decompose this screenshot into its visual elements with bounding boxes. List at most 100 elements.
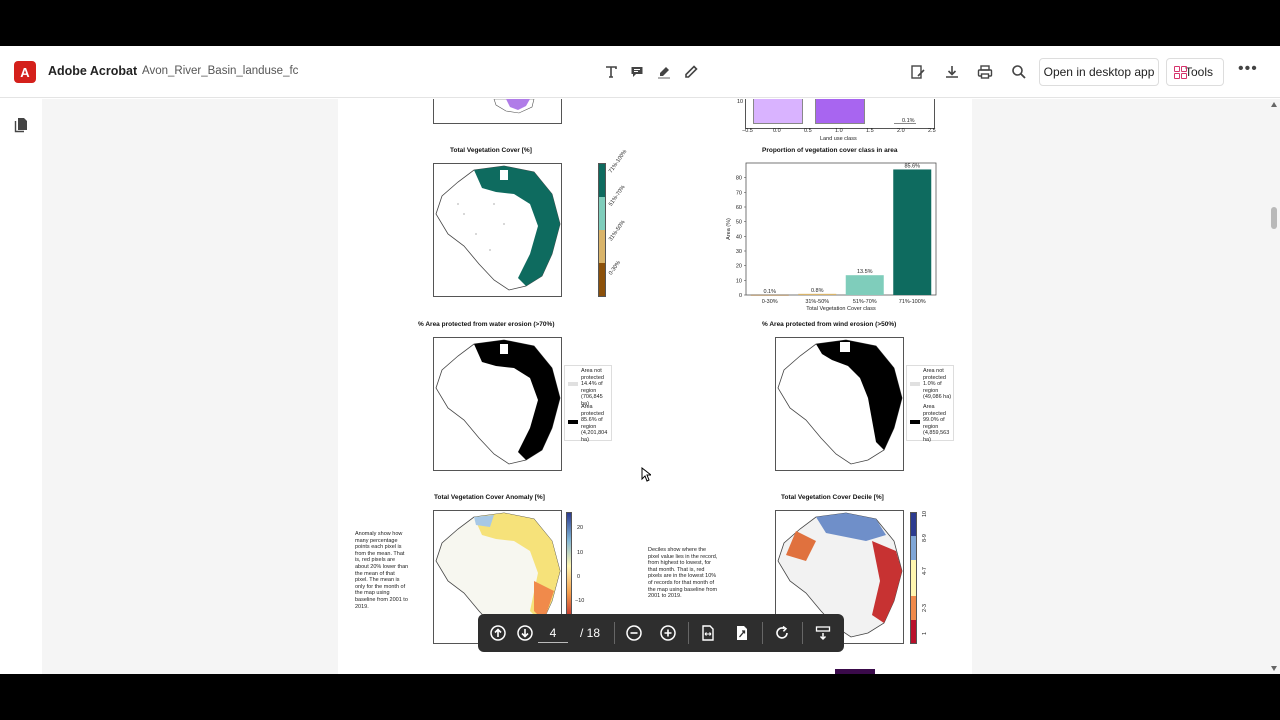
anomaly-title: Total Vegetation Cover Anomaly [%] bbox=[434, 494, 545, 501]
wind-erosion-legend: Area not protected 1.0% of region (49,08… bbox=[906, 365, 954, 443]
remnant-x-tick: 2.0 bbox=[897, 128, 905, 134]
anomaly-note: Anomaly show how many percentage points … bbox=[355, 531, 409, 610]
legend-swatch-0-30 bbox=[599, 263, 605, 296]
document-viewer[interactable]: 10 0.1% −0.5 0.0 0.5 1.0 1.5 2.0 2.5 Land use … bbox=[42, 99, 1268, 674]
bar-0-30% bbox=[750, 294, 789, 296]
legend-swatch-51-70 bbox=[599, 197, 605, 230]
highlight-icon[interactable] bbox=[652, 60, 676, 84]
search-icon[interactable] bbox=[1007, 60, 1031, 84]
draw-icon[interactable] bbox=[679, 60, 703, 84]
comment-icon[interactable] bbox=[625, 60, 649, 84]
bar-value-label: 0.8% bbox=[811, 288, 824, 294]
zoom-out-icon[interactable] bbox=[624, 623, 644, 643]
tools-button-label: Tools bbox=[1184, 65, 1213, 79]
pdf-page: 10 0.1% −0.5 0.0 0.5 1.0 1.5 2.0 2.5 Land use … bbox=[338, 99, 972, 674]
remnant-x-tick: 1.5 bbox=[866, 128, 874, 134]
tools-button[interactable]: Tools bbox=[1166, 58, 1224, 86]
proportion-bar-chart: 0 10 20 30 40 50 60 70 80 0.1% 0-30% 0.8% 31%-50% 13.… bbox=[726, 162, 937, 312]
bar-value-label: 13.5% bbox=[857, 269, 873, 275]
bar-51%-70% bbox=[845, 275, 884, 295]
app-name: Adobe Acrobat bbox=[48, 64, 138, 78]
left-rail bbox=[0, 99, 42, 674]
water-erosion-map bbox=[433, 337, 562, 471]
decile-colorbar bbox=[910, 512, 917, 644]
nav-separator bbox=[614, 622, 615, 644]
file-name[interactable]: Avon_River_Basin_landuse_fc bbox=[142, 65, 298, 77]
landuse-map-remnant bbox=[433, 99, 562, 124]
remnant-x-tick: 2.5 bbox=[928, 128, 936, 134]
x-tick-label: 31%-50% bbox=[805, 299, 829, 305]
remnant-ytick: 10 bbox=[737, 99, 744, 105]
remnant-x-tick: 1.0 bbox=[835, 128, 843, 134]
anomaly-tick-minus10: −10 bbox=[575, 598, 585, 604]
y-tick-label: 80 bbox=[736, 176, 742, 182]
acrobat-window: A Adobe Acrobat Avon_River_Basin_landuse… bbox=[0, 46, 1280, 674]
decile-tick-8-9: 8-9 bbox=[922, 534, 928, 542]
y-tick-label: 10 bbox=[736, 278, 742, 284]
open-in-desktop-button[interactable]: Open in desktop app bbox=[1039, 58, 1159, 86]
veg-cover-title: Total Vegetation Cover [%] bbox=[450, 147, 532, 154]
acrobat-logo-icon: A bbox=[14, 61, 36, 83]
legend-label-31-50: 31%-50% bbox=[608, 219, 627, 243]
y-tick-label: 30 bbox=[736, 249, 742, 255]
water-erosion-legend: Area not protected 14.4% of region (706,… bbox=[564, 365, 612, 443]
letterbox-bottom bbox=[0, 674, 1280, 720]
veg-cover-legend-bar bbox=[598, 163, 606, 297]
mouse-cursor-icon bbox=[641, 466, 653, 487]
decile-tick-10: 10 bbox=[922, 510, 928, 517]
bar-value-label: 85.6% bbox=[904, 163, 920, 169]
scroll-up-icon[interactable] bbox=[1271, 102, 1277, 107]
nav-separator bbox=[688, 622, 689, 644]
water-legend-not-protected: Area not protected 14.4% of region (706,… bbox=[581, 368, 604, 407]
x-tick-label: 51%-70% bbox=[853, 299, 877, 305]
text-icon[interactable] bbox=[599, 60, 623, 84]
nav-separator bbox=[802, 622, 803, 644]
remnant-bar-label: 0.1% bbox=[902, 118, 915, 124]
protected-swatch bbox=[568, 420, 578, 424]
x-tick-label: 0-30% bbox=[762, 299, 778, 305]
letterbox-top bbox=[0, 0, 1280, 46]
previous-page-icon[interactable] bbox=[488, 623, 508, 643]
anomaly-tick-20: 20 bbox=[577, 525, 584, 531]
remnant-x-tick: 0.0 bbox=[773, 128, 781, 134]
decile-tick-1: 1 bbox=[922, 631, 928, 635]
next-page-icon[interactable] bbox=[515, 623, 535, 643]
y-tick-label: 70 bbox=[736, 190, 742, 196]
proportion-chart-title: Proportion of vegetation cover class in … bbox=[762, 147, 898, 154]
wind-erosion-map bbox=[775, 337, 904, 471]
more-options-icon[interactable]: ••• bbox=[1238, 60, 1258, 78]
download-icon[interactable] bbox=[940, 60, 964, 84]
page-number-input[interactable] bbox=[538, 623, 568, 643]
water-legend-protected: Area protected 85.6% of region (4,201,80… bbox=[581, 404, 608, 443]
legend-label-0-30: 0-30% bbox=[608, 259, 623, 277]
anomaly-tick-10: 10 bbox=[577, 550, 584, 556]
remnant-x-tick: 0.5 bbox=[804, 128, 812, 134]
not-protected-swatch bbox=[910, 382, 920, 386]
tools-grid-icon bbox=[1174, 66, 1187, 79]
legend-swatch-31-50 bbox=[599, 230, 605, 263]
y-tick-label: 0 bbox=[739, 293, 742, 299]
bar-value-label: 0.1% bbox=[763, 289, 776, 295]
nav-separator bbox=[762, 622, 763, 644]
vertical-scrollbar[interactable] bbox=[1268, 99, 1280, 674]
fit-page-icon[interactable] bbox=[732, 623, 752, 643]
zoom-in-icon[interactable] bbox=[658, 623, 678, 643]
y-tick-label: 20 bbox=[736, 264, 742, 270]
y-tick-label: 40 bbox=[736, 234, 742, 240]
page-thumbnails-icon[interactable] bbox=[14, 117, 28, 138]
print-icon[interactable] bbox=[973, 60, 997, 84]
legend-swatch-71-100 bbox=[599, 164, 605, 197]
scroll-down-icon[interactable] bbox=[1271, 666, 1277, 671]
remnant-x-tick: −0.5 bbox=[742, 128, 753, 134]
fit-width-icon[interactable] bbox=[698, 623, 718, 643]
bar-31%-50% bbox=[798, 293, 837, 295]
bar-71%-100% bbox=[893, 169, 932, 295]
legend-label-51-70: 51%-70% bbox=[608, 184, 627, 208]
page-display-options-icon[interactable] bbox=[813, 623, 833, 643]
total-pages: / 18 bbox=[580, 626, 601, 640]
rotate-icon[interactable] bbox=[772, 623, 792, 643]
top-toolbar: A Adobe Acrobat Avon_River_Basin_landuse… bbox=[0, 46, 1280, 98]
sign-icon[interactable] bbox=[906, 60, 930, 84]
y-axis-label: Area (%) bbox=[726, 218, 732, 240]
scroll-thumb[interactable] bbox=[1271, 207, 1277, 229]
